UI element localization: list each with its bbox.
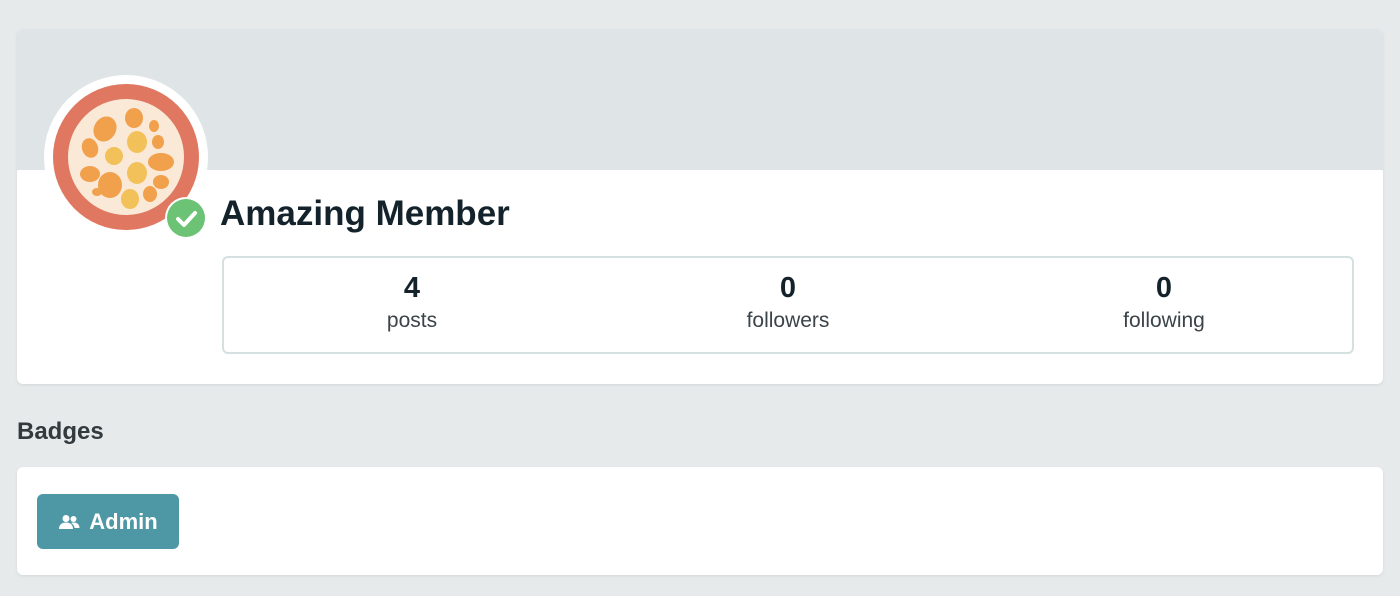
stats-box: 4 posts 0 followers 0 following [222,256,1354,354]
stat-value: 4 [403,272,421,304]
profile-name: Amazing Member [220,194,510,233]
badge-label: Admin [89,508,158,534]
badges-card: Admin [17,467,1383,575]
admin-badge-button[interactable]: Admin [37,494,179,549]
users-icon [59,514,80,529]
profile-card: Amazing Member 4 posts 0 followers 0 fol… [17,29,1383,384]
stat-label: followers [746,309,830,332]
badges-section-title: Badges [17,418,104,445]
stat-value: 0 [1155,272,1173,304]
stat-following[interactable]: 0 following [976,258,1352,352]
verified-check-circle [167,199,205,237]
verified-badge [165,197,207,239]
stat-label: following [1123,309,1205,332]
stat-value: 0 [779,272,797,304]
cover-banner [17,29,1383,170]
check-icon [176,211,197,227]
stat-label: posts [386,309,438,332]
stat-followers[interactable]: 0 followers [600,258,976,352]
stat-posts[interactable]: 4 posts [224,258,600,352]
